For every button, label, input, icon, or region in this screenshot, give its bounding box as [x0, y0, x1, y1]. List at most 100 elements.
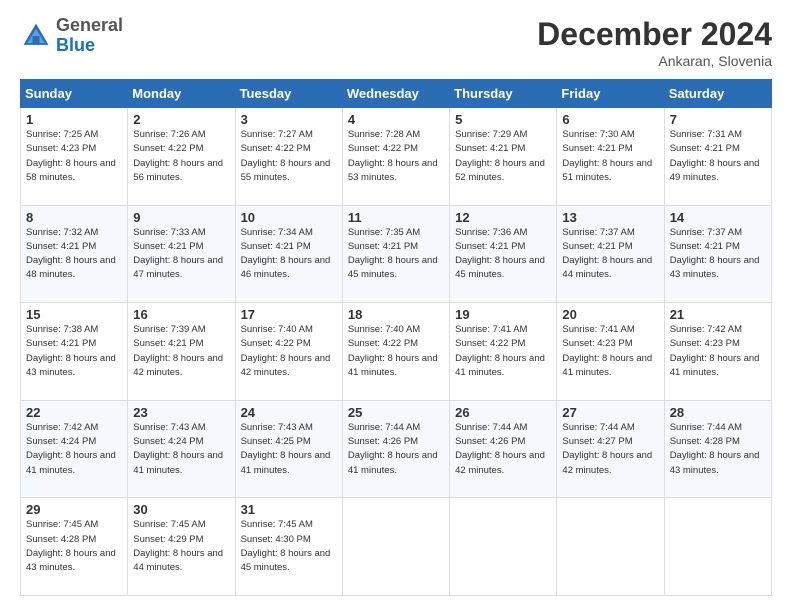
header: General Blue December 2024 Ankaran, Slov…	[20, 16, 772, 69]
calendar-cell: 29 Sunrise: 7:45 AM Sunset: 4:28 PM Dayl…	[21, 498, 128, 596]
day-info: Sunrise: 7:44 AM Sunset: 4:26 PM Dayligh…	[348, 421, 444, 478]
day-number: 26	[455, 405, 551, 420]
calendar-cell: 20 Sunrise: 7:41 AM Sunset: 4:23 PM Dayl…	[557, 303, 664, 401]
day-info: Sunrise: 7:37 AM Sunset: 4:21 PM Dayligh…	[670, 226, 766, 283]
page: General Blue December 2024 Ankaran, Slov…	[0, 0, 792, 612]
day-number: 31	[241, 502, 337, 517]
week-row-1: 1 Sunrise: 7:25 AM Sunset: 4:23 PM Dayli…	[21, 108, 772, 206]
day-number: 10	[241, 210, 337, 225]
day-number: 21	[670, 307, 766, 322]
day-info: Sunrise: 7:40 AM Sunset: 4:22 PM Dayligh…	[348, 323, 444, 380]
day-info: Sunrise: 7:27 AM Sunset: 4:22 PM Dayligh…	[241, 128, 337, 185]
calendar-cell: 11 Sunrise: 7:35 AM Sunset: 4:21 PM Dayl…	[342, 205, 449, 303]
calendar-cell: 6 Sunrise: 7:30 AM Sunset: 4:21 PM Dayli…	[557, 108, 664, 206]
day-number: 20	[562, 307, 658, 322]
location-subtitle: Ankaran, Slovenia	[537, 53, 772, 69]
day-number: 25	[348, 405, 444, 420]
calendar-cell: 28 Sunrise: 7:44 AM Sunset: 4:28 PM Dayl…	[664, 400, 771, 498]
calendar-cell: 23 Sunrise: 7:43 AM Sunset: 4:24 PM Dayl…	[128, 400, 235, 498]
day-info: Sunrise: 7:31 AM Sunset: 4:21 PM Dayligh…	[670, 128, 766, 185]
week-row-3: 15 Sunrise: 7:38 AM Sunset: 4:21 PM Dayl…	[21, 303, 772, 401]
day-number: 5	[455, 112, 551, 127]
day-info: Sunrise: 7:45 AM Sunset: 4:30 PM Dayligh…	[241, 518, 337, 575]
calendar-cell: 9 Sunrise: 7:33 AM Sunset: 4:21 PM Dayli…	[128, 205, 235, 303]
day-number: 9	[133, 210, 229, 225]
calendar-cell: 12 Sunrise: 7:36 AM Sunset: 4:21 PM Dayl…	[450, 205, 557, 303]
calendar-cell	[664, 498, 771, 596]
calendar-table: Sunday Monday Tuesday Wednesday Thursday…	[20, 79, 772, 596]
day-number: 4	[348, 112, 444, 127]
day-info: Sunrise: 7:33 AM Sunset: 4:21 PM Dayligh…	[133, 226, 229, 283]
day-info: Sunrise: 7:29 AM Sunset: 4:21 PM Dayligh…	[455, 128, 551, 185]
calendar-cell: 24 Sunrise: 7:43 AM Sunset: 4:25 PM Dayl…	[235, 400, 342, 498]
calendar-cell: 2 Sunrise: 7:26 AM Sunset: 4:22 PM Dayli…	[128, 108, 235, 206]
day-number: 23	[133, 405, 229, 420]
day-info: Sunrise: 7:32 AM Sunset: 4:21 PM Dayligh…	[26, 226, 122, 283]
header-sunday: Sunday	[21, 80, 128, 108]
calendar-cell: 31 Sunrise: 7:45 AM Sunset: 4:30 PM Dayl…	[235, 498, 342, 596]
day-info: Sunrise: 7:38 AM Sunset: 4:21 PM Dayligh…	[26, 323, 122, 380]
header-saturday: Saturday	[664, 80, 771, 108]
day-info: Sunrise: 7:25 AM Sunset: 4:23 PM Dayligh…	[26, 128, 122, 185]
logo-text: General Blue	[56, 16, 123, 56]
calendar-cell: 15 Sunrise: 7:38 AM Sunset: 4:21 PM Dayl…	[21, 303, 128, 401]
logo-general: General	[56, 15, 123, 35]
day-info: Sunrise: 7:43 AM Sunset: 4:24 PM Dayligh…	[133, 421, 229, 478]
day-info: Sunrise: 7:30 AM Sunset: 4:21 PM Dayligh…	[562, 128, 658, 185]
day-number: 18	[348, 307, 444, 322]
calendar-cell: 3 Sunrise: 7:27 AM Sunset: 4:22 PM Dayli…	[235, 108, 342, 206]
day-info: Sunrise: 7:41 AM Sunset: 4:22 PM Dayligh…	[455, 323, 551, 380]
day-number: 2	[133, 112, 229, 127]
header-friday: Friday	[557, 80, 664, 108]
day-number: 30	[133, 502, 229, 517]
day-number: 8	[26, 210, 122, 225]
header-wednesday: Wednesday	[342, 80, 449, 108]
day-info: Sunrise: 7:45 AM Sunset: 4:29 PM Dayligh…	[133, 518, 229, 575]
weekday-header-row: Sunday Monday Tuesday Wednesday Thursday…	[21, 80, 772, 108]
day-info: Sunrise: 7:41 AM Sunset: 4:23 PM Dayligh…	[562, 323, 658, 380]
calendar-cell: 17 Sunrise: 7:40 AM Sunset: 4:22 PM Dayl…	[235, 303, 342, 401]
title-section: December 2024 Ankaran, Slovenia	[537, 16, 772, 69]
calendar-cell: 5 Sunrise: 7:29 AM Sunset: 4:21 PM Dayli…	[450, 108, 557, 206]
header-monday: Monday	[128, 80, 235, 108]
day-number: 15	[26, 307, 122, 322]
week-row-5: 29 Sunrise: 7:45 AM Sunset: 4:28 PM Dayl…	[21, 498, 772, 596]
day-info: Sunrise: 7:44 AM Sunset: 4:27 PM Dayligh…	[562, 421, 658, 478]
day-info: Sunrise: 7:26 AM Sunset: 4:22 PM Dayligh…	[133, 128, 229, 185]
day-info: Sunrise: 7:42 AM Sunset: 4:23 PM Dayligh…	[670, 323, 766, 380]
day-info: Sunrise: 7:28 AM Sunset: 4:22 PM Dayligh…	[348, 128, 444, 185]
day-info: Sunrise: 7:37 AM Sunset: 4:21 PM Dayligh…	[562, 226, 658, 283]
calendar-cell	[450, 498, 557, 596]
day-info: Sunrise: 7:36 AM Sunset: 4:21 PM Dayligh…	[455, 226, 551, 283]
week-row-2: 8 Sunrise: 7:32 AM Sunset: 4:21 PM Dayli…	[21, 205, 772, 303]
logo-blue: Blue	[56, 35, 95, 55]
calendar-cell	[342, 498, 449, 596]
calendar-cell: 25 Sunrise: 7:44 AM Sunset: 4:26 PM Dayl…	[342, 400, 449, 498]
calendar-cell	[557, 498, 664, 596]
logo-icon	[20, 20, 52, 52]
logo: General Blue	[20, 16, 123, 56]
calendar-cell: 1 Sunrise: 7:25 AM Sunset: 4:23 PM Dayli…	[21, 108, 128, 206]
header-thursday: Thursday	[450, 80, 557, 108]
day-number: 24	[241, 405, 337, 420]
day-info: Sunrise: 7:40 AM Sunset: 4:22 PM Dayligh…	[241, 323, 337, 380]
calendar-cell: 18 Sunrise: 7:40 AM Sunset: 4:22 PM Dayl…	[342, 303, 449, 401]
day-number: 12	[455, 210, 551, 225]
day-number: 11	[348, 210, 444, 225]
calendar-cell: 19 Sunrise: 7:41 AM Sunset: 4:22 PM Dayl…	[450, 303, 557, 401]
calendar-cell: 14 Sunrise: 7:37 AM Sunset: 4:21 PM Dayl…	[664, 205, 771, 303]
day-number: 1	[26, 112, 122, 127]
day-number: 22	[26, 405, 122, 420]
day-number: 27	[562, 405, 658, 420]
week-row-4: 22 Sunrise: 7:42 AM Sunset: 4:24 PM Dayl…	[21, 400, 772, 498]
calendar-cell: 21 Sunrise: 7:42 AM Sunset: 4:23 PM Dayl…	[664, 303, 771, 401]
month-title: December 2024	[537, 16, 772, 53]
day-number: 28	[670, 405, 766, 420]
day-number: 16	[133, 307, 229, 322]
day-number: 7	[670, 112, 766, 127]
calendar-cell: 27 Sunrise: 7:44 AM Sunset: 4:27 PM Dayl…	[557, 400, 664, 498]
calendar-cell: 30 Sunrise: 7:45 AM Sunset: 4:29 PM Dayl…	[128, 498, 235, 596]
calendar-cell: 26 Sunrise: 7:44 AM Sunset: 4:26 PM Dayl…	[450, 400, 557, 498]
calendar-cell: 16 Sunrise: 7:39 AM Sunset: 4:21 PM Dayl…	[128, 303, 235, 401]
calendar-cell: 4 Sunrise: 7:28 AM Sunset: 4:22 PM Dayli…	[342, 108, 449, 206]
